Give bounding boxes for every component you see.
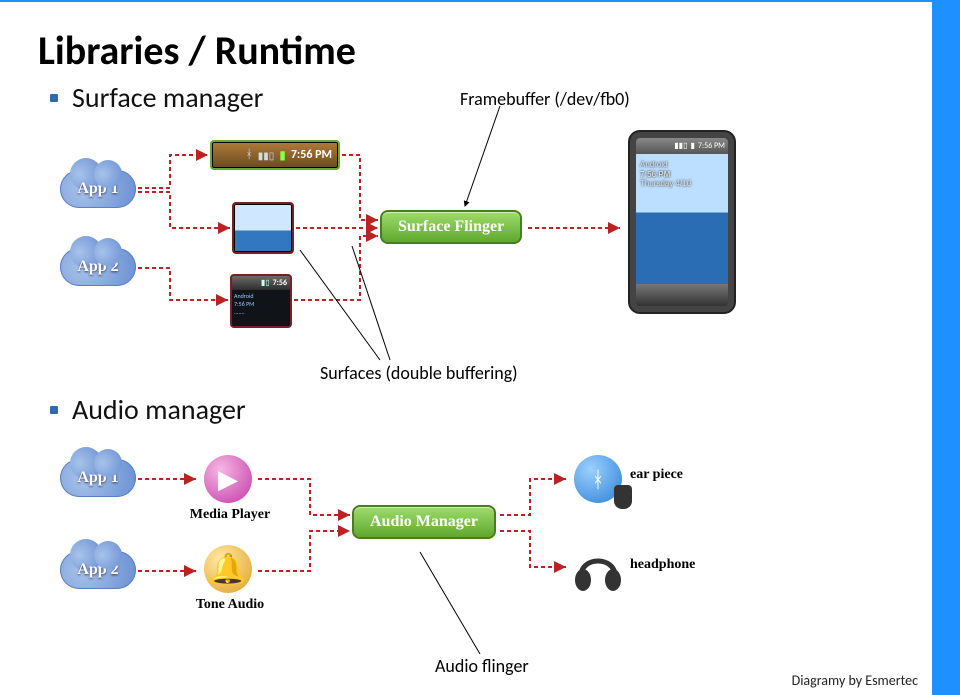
surface-diagram: App 1 App 2 ᚼ ▮▮▯ ▮ 7:56 PM ▮▯7:56 Andro… bbox=[60, 140, 880, 350]
ear-piece-label: ear piece bbox=[630, 467, 750, 483]
bullet-text: Surface manager bbox=[72, 80, 263, 115]
cloud-app2-label: App 2 bbox=[60, 248, 136, 286]
signal-icon: ▮▮▯ bbox=[258, 149, 275, 162]
bluetooth-icon: ᚼ bbox=[246, 148, 253, 162]
cloud-app2-audio: App 2 bbox=[60, 551, 136, 589]
signal-icon: ▮▯ bbox=[261, 278, 270, 288]
phone-composite: ▮▮▯ ▮7:56 PM Android7:56 PMThursday 4/10 bbox=[628, 130, 736, 314]
phone-time: 7:56 PM bbox=[698, 141, 725, 151]
top-accent-line bbox=[0, 0, 932, 2]
bullet-surface-manager: Surface manager bbox=[50, 80, 263, 115]
cloud-app1-audio-label: App 1 bbox=[60, 459, 136, 497]
battery-icon: ▮ bbox=[279, 148, 286, 163]
ear-piece-icon: ᚼ bbox=[570, 451, 626, 507]
thumb-statusbar: ᚼ ▮▮▯ ▮ 7:56 PM bbox=[210, 140, 340, 170]
annot-framebuffer: Framebuffer (/dev/fb0) bbox=[460, 88, 630, 110]
annot-surfaces-double-buffering: Surfaces (double buffering) bbox=[320, 362, 518, 384]
diagram-credit: Diagramy by Esmertec bbox=[792, 672, 918, 689]
cloud-app1-label: App 1 bbox=[60, 170, 136, 208]
headphone-icon bbox=[570, 541, 626, 597]
thumb-time: 7:56 bbox=[273, 278, 287, 288]
cloud-app1-audio: App 1 bbox=[60, 459, 136, 497]
phone-overlay-text: Android7:56 PMThursday 4/10 bbox=[640, 160, 691, 189]
thumb-wallpaper bbox=[232, 202, 294, 254]
tone-audio-label: Tone Audio bbox=[170, 597, 290, 613]
statusbar-time: 7:56 PM bbox=[291, 148, 332, 162]
slide-title: Libraries / Runtime bbox=[38, 26, 356, 75]
battery-icon: ▮ bbox=[691, 141, 695, 151]
annot-audio-flinger: Audio flinger bbox=[435, 655, 529, 677]
cloud-app2: App 2 bbox=[60, 248, 136, 286]
audio-manager-box: Audio Manager bbox=[352, 505, 496, 539]
surface-connectors bbox=[60, 140, 880, 350]
audio-diagram: App 1 App 2 ▶ Media Player 🔔 Tone Audio … bbox=[60, 445, 880, 625]
bullet-dot bbox=[50, 94, 58, 102]
tone-audio-icon: 🔔 bbox=[200, 541, 256, 597]
cloud-app2-audio-label: App 2 bbox=[60, 551, 136, 589]
headphone-label: headphone bbox=[630, 557, 750, 573]
signal-icon: ▮▮▯ bbox=[674, 141, 687, 151]
bullet-text: Audio manager bbox=[72, 392, 246, 427]
cloud-app1: App 1 bbox=[60, 170, 136, 208]
media-player-icon: ▶ bbox=[200, 451, 256, 507]
media-player-label: Media Player bbox=[170, 507, 290, 523]
side-accent-strip bbox=[932, 0, 960, 695]
thumb-app2-surface: ▮▯7:56 Android7:56 PM....... bbox=[230, 274, 292, 328]
bullet-audio-manager: Audio manager bbox=[50, 392, 246, 427]
bullet-dot bbox=[50, 406, 58, 414]
surface-flinger-box: Surface Flinger bbox=[380, 210, 522, 244]
